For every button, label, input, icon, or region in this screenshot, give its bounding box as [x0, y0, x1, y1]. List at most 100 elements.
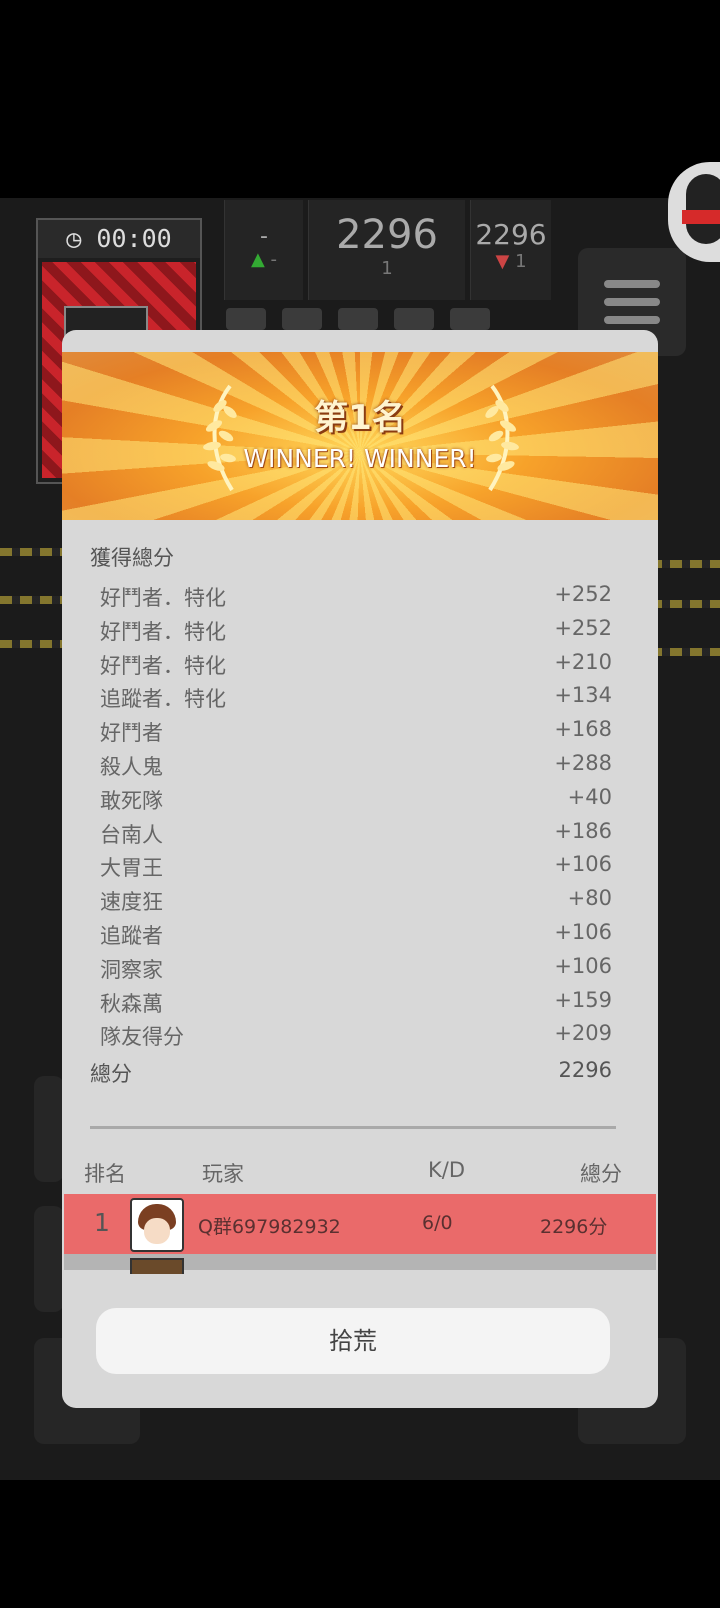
skill-icon[interactable]	[338, 308, 378, 330]
avatar	[130, 1198, 184, 1252]
result-dialog: 第1名 WINNER! WINNER! 獲得總分 好鬥者．特化 +252 好鬥者．…	[62, 330, 658, 1408]
score-value: 2296	[336, 212, 438, 258]
player-kd: 6/0	[422, 1212, 453, 1234]
hud-stat-1: - ▲ -	[224, 200, 303, 300]
rank-title: 第1名	[314, 398, 406, 438]
total-label: 總分	[90, 1062, 132, 1086]
timer: ◷ 00:00	[38, 220, 200, 258]
score-label: 隊友得分	[100, 1025, 184, 1050]
score-value: +168	[554, 717, 612, 742]
score-item: 秋森萬 +159	[100, 988, 612, 1022]
avatar-face	[144, 1218, 170, 1244]
caution-tape	[0, 548, 70, 556]
score-value: +40	[567, 784, 612, 809]
rank-value: 1	[381, 258, 393, 279]
score-item: 洞察家 +106	[100, 954, 612, 988]
caution-tape	[650, 560, 720, 568]
score-value: +288	[554, 750, 612, 775]
score-list: 好鬥者．特化 +252 好鬥者．特化 +252 好鬥者．特化 +210 追蹤者．特化 +…	[100, 582, 612, 1055]
skill-icon[interactable]	[450, 308, 490, 330]
score-value: +106	[554, 953, 612, 978]
side-button[interactable]	[34, 1206, 64, 1312]
header-kd: K/D	[428, 1158, 466, 1182]
score-item: 大胃王 +106	[100, 852, 612, 886]
caution-tape	[650, 600, 720, 608]
score-item: 好鬥者．特化 +252	[100, 582, 612, 616]
stat-sub-value: -	[270, 249, 278, 270]
score-item: 台南人 +186	[100, 819, 612, 853]
side-button[interactable]	[34, 1076, 64, 1182]
score-label: 好鬥者	[100, 721, 163, 746]
skill-icon[interactable]	[394, 308, 434, 330]
score-heading: 獲得總分	[90, 546, 174, 570]
menu-icon	[604, 280, 660, 288]
skill-toolbar	[226, 308, 556, 330]
stat-value: 2296	[475, 218, 547, 251]
score-value: +252	[554, 582, 612, 606]
score-label: 追蹤者．特化	[100, 687, 226, 712]
score-value: +252	[554, 615, 612, 640]
score-value: +80	[567, 886, 612, 911]
score-value: +106	[554, 919, 612, 944]
score-value: +209	[554, 1021, 612, 1046]
score-label: 秋森萬	[100, 991, 163, 1016]
ranking-row-partial[interactable]	[64, 1254, 656, 1274]
winner-banner: 第1名 WINNER! WINNER!	[62, 352, 658, 520]
score-label: 台南人	[100, 822, 163, 847]
score-item: 殺人鬼 +288	[100, 751, 612, 785]
stat-sub: ▲ -	[225, 249, 303, 270]
penguin-scarf	[682, 210, 720, 224]
score-value: +210	[554, 649, 612, 674]
skill-icon[interactable]	[282, 308, 322, 330]
score-label: 洞察家	[100, 957, 163, 982]
score-label: 大胃王	[100, 856, 163, 881]
score-label: 好鬥者．特化	[100, 586, 226, 610]
score-item: 追蹤者．特化 +134	[100, 683, 612, 717]
divider	[90, 1126, 616, 1129]
score-item: 追蹤者 +106	[100, 920, 612, 954]
score-label: 速度狂	[100, 890, 163, 915]
score-item: 隊友得分 +209	[100, 1021, 612, 1055]
caution-tape	[0, 640, 70, 648]
avatar	[130, 1258, 184, 1274]
score-item: 速度狂 +80	[100, 886, 612, 920]
score-label: 殺人鬼	[100, 754, 163, 779]
score-item: 好鬥者．特化 +252	[100, 616, 612, 650]
player-score: 2296分	[540, 1216, 608, 1238]
header-player: 玩家	[202, 1162, 244, 1186]
ranking-row[interactable]: 1 Q群697982932 6/0 2296分	[64, 1194, 656, 1254]
menu-icon	[604, 316, 660, 324]
header-rank: 排名	[84, 1162, 126, 1186]
clock-icon: ◷	[66, 224, 82, 253]
score-label: 好鬥者．特化	[100, 653, 226, 678]
score-value: +159	[554, 987, 612, 1012]
header-score: 總分	[580, 1162, 622, 1186]
down-arrow-icon: ▼	[495, 251, 510, 272]
total-value: 2296	[558, 1058, 612, 1082]
stat-sub: ▼ 1	[471, 251, 551, 272]
timer-value: 00:00	[96, 224, 172, 253]
player-name: Q群697982932	[198, 1216, 341, 1238]
score-label: 好鬥者．特化	[100, 619, 226, 644]
score-item: 好鬥者 +168	[100, 717, 612, 751]
total-row: 總分 2296	[90, 1058, 612, 1088]
caution-tape	[650, 648, 720, 656]
stat-value: -	[260, 224, 268, 249]
score-item: 好鬥者．特化 +210	[100, 650, 612, 684]
scavenge-button[interactable]: 拾荒	[96, 1308, 610, 1374]
up-arrow-icon: ▲	[250, 249, 265, 270]
score-value: +134	[554, 683, 612, 708]
score-value: +106	[554, 852, 612, 877]
score-label: 追蹤者	[100, 923, 163, 948]
winner-subtitle: WINNER! WINNER!	[243, 444, 477, 473]
skill-icon[interactable]	[226, 308, 266, 330]
hud-stat-3: 2296 ▼ 1	[470, 200, 551, 300]
stat-sub-value: 1	[515, 251, 527, 272]
caution-tape	[0, 596, 70, 604]
menu-icon	[604, 298, 660, 306]
score-label: 敢死隊	[100, 788, 163, 813]
score-item: 敢死隊 +40	[100, 785, 612, 819]
rank-number: 1	[94, 1208, 110, 1237]
hud-stat-score: 2296 1	[308, 200, 465, 300]
score-value: +186	[554, 818, 612, 843]
